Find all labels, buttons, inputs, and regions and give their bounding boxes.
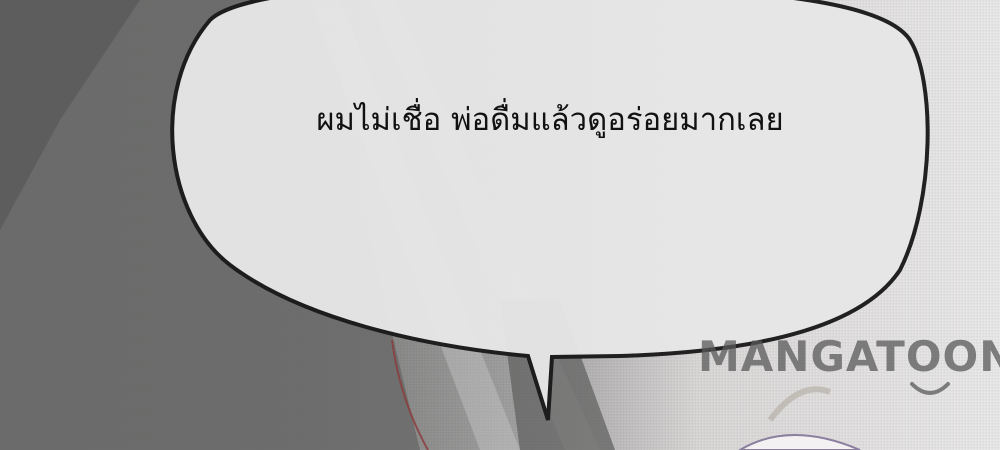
- manga-panel: ผมไม่เชื่อ พ่อดื่มแล้วดูอร่อยมากเลย MANG…: [0, 0, 1000, 450]
- watermark-text: MANGATOON: [698, 332, 1000, 381]
- mangatoon-watermark: MANGATOON: [698, 334, 1000, 414]
- smile-icon: [910, 382, 950, 395]
- speech-text: ผมไม่เชื่อ พ่อดื่มแล้วดูอร่อยมากเลย: [316, 102, 784, 138]
